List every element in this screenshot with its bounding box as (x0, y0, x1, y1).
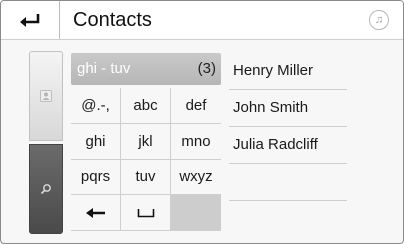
search-icon (40, 183, 52, 195)
key-def[interactable]: def (171, 88, 221, 124)
space-key[interactable] (121, 195, 171, 231)
list-item[interactable]: John Smith (229, 90, 347, 127)
list-item-empty (229, 164, 347, 201)
key-symbols[interactable]: @.-, (71, 88, 121, 124)
sidebar-item-search[interactable] (29, 144, 63, 234)
empty-key (171, 195, 221, 231)
result-count: (3) (197, 60, 216, 77)
key-pqrs[interactable]: pqrs (71, 159, 121, 196)
list-item[interactable]: Henry Miller (229, 53, 347, 90)
left-arrow-icon (85, 207, 106, 219)
header-bar: Contacts ♫ (1, 1, 403, 40)
list-item[interactable]: Julia Radcliff (229, 127, 347, 164)
key-jkl[interactable]: jkl (121, 123, 171, 160)
music-button[interactable]: ♫ (369, 10, 389, 30)
person-icon (40, 90, 52, 102)
contact-results-list: Henry Miller John Smith Julia Radcliff (229, 53, 347, 201)
alphabet-keypad: @.-, abc def ghi jkl mno pqrs tuv wxyz (71, 88, 221, 231)
key-abc[interactable]: abc (121, 88, 171, 124)
search-input[interactable]: ghi - tuv (3) (71, 53, 221, 85)
contacts-screen: Contacts ♫ ghi - tuv (3) @.-, abc def gh… (0, 0, 404, 244)
space-bar-icon (137, 208, 155, 218)
key-mno[interactable]: mno (171, 123, 221, 160)
music-note-icon: ♫ (374, 14, 384, 26)
back-button[interactable] (1, 1, 60, 39)
search-query-text: ghi - tuv (77, 60, 131, 77)
back-return-icon (19, 11, 41, 29)
sidebar-item-contacts[interactable] (29, 51, 63, 141)
key-tuv[interactable]: tuv (121, 159, 171, 196)
page-title: Contacts (73, 9, 152, 31)
key-wxyz[interactable]: wxyz (171, 159, 221, 196)
backspace-key[interactable] (71, 195, 121, 231)
key-ghi[interactable]: ghi (71, 123, 121, 160)
